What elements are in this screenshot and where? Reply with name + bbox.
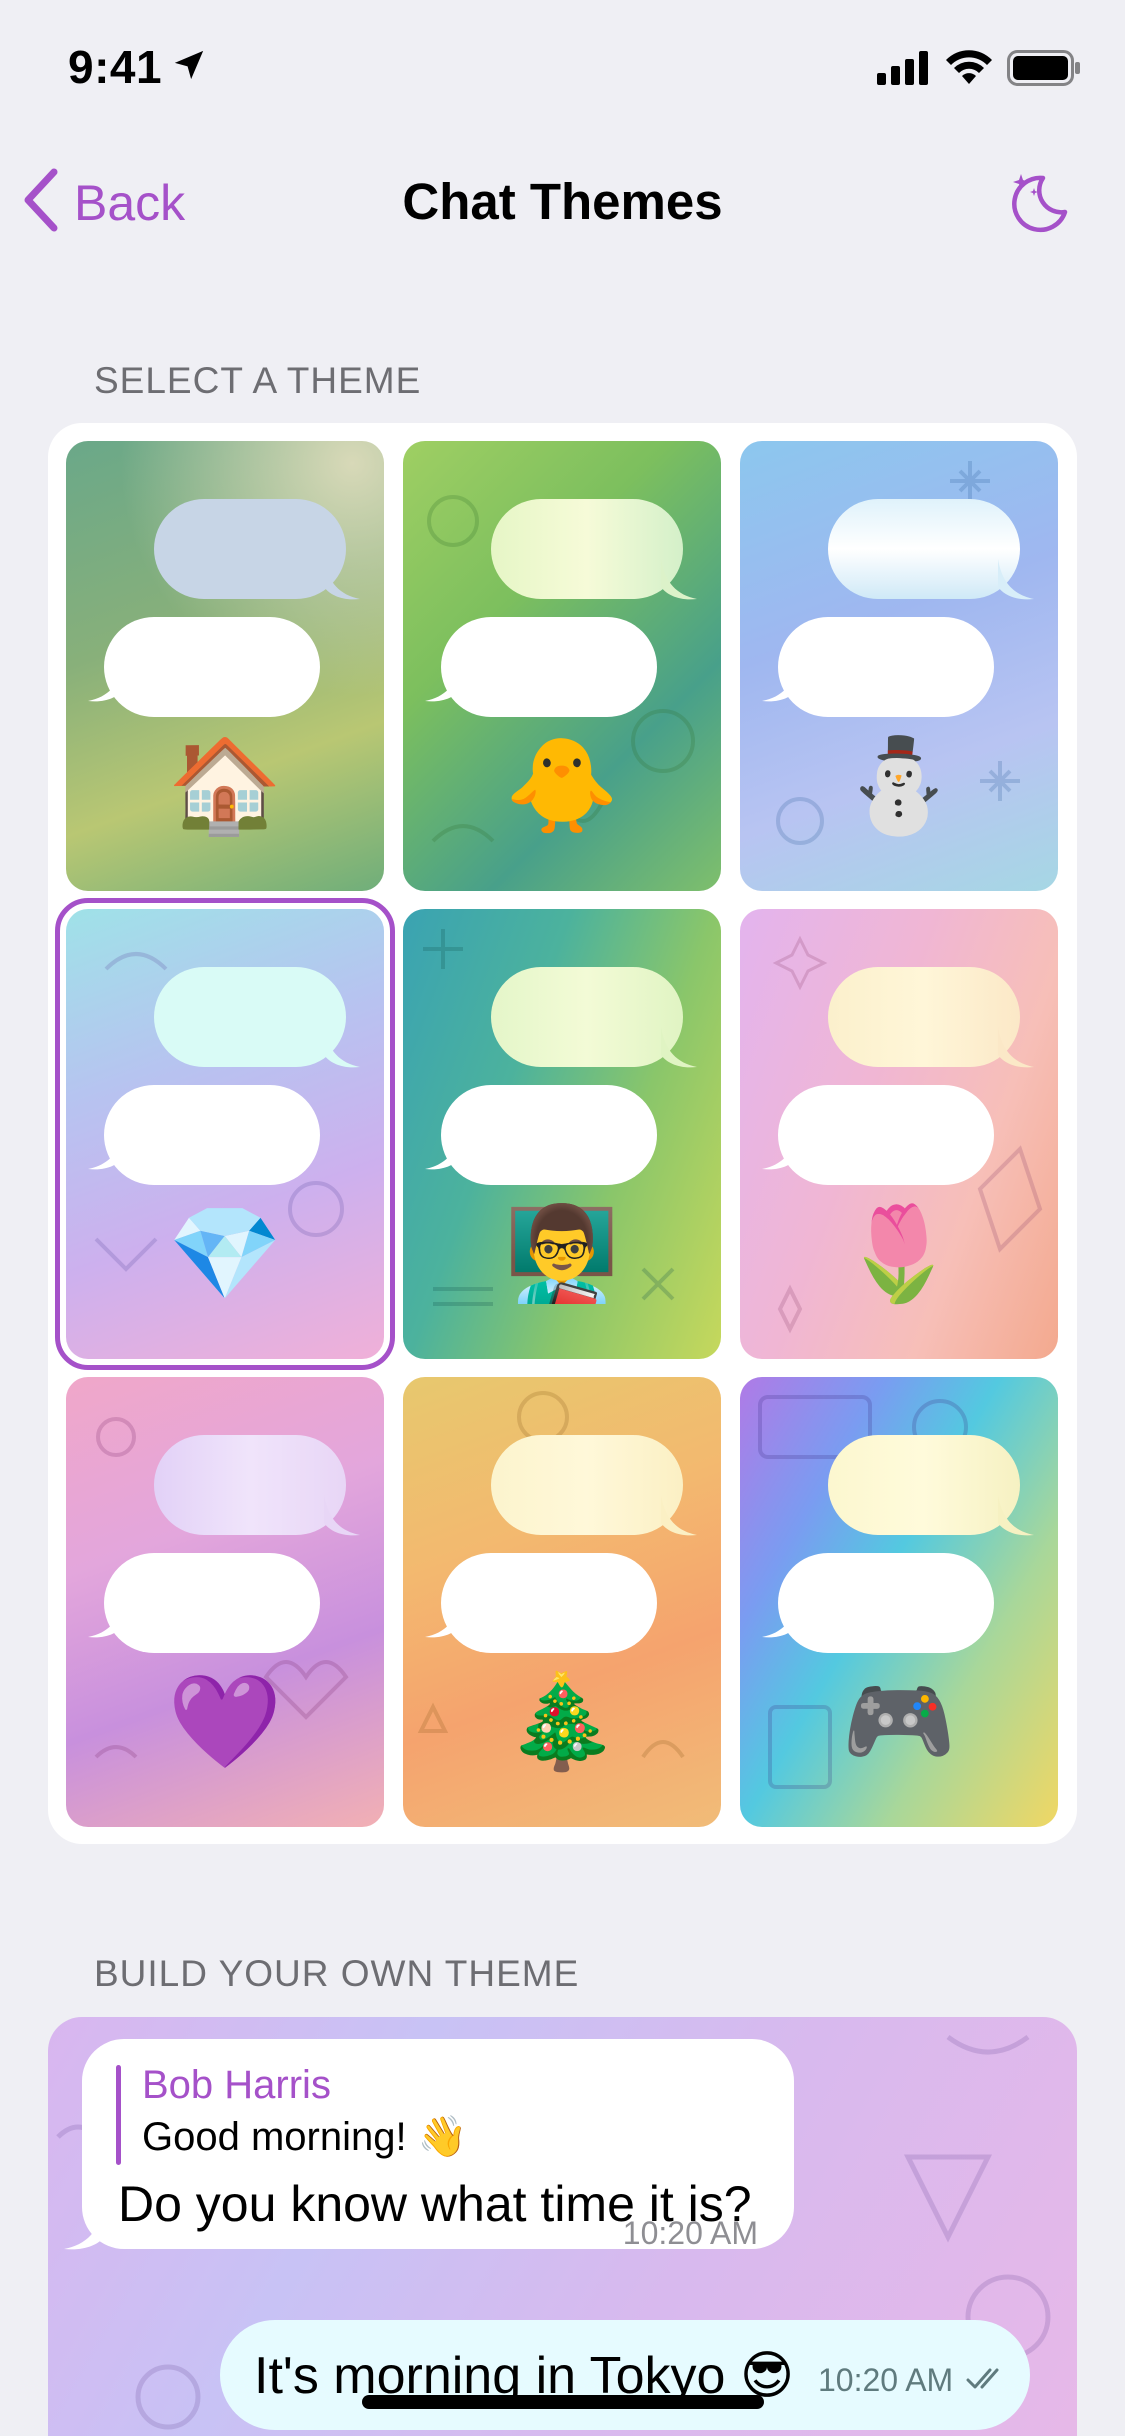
incoming-message[interactable]: Bob Harris Good morning! 👋 Do you know w… [82,2039,794,2251]
incoming-bubble [828,499,1020,599]
outgoing-bubble [778,1085,994,1185]
theme-emoji: 🎄 [504,1671,620,1773]
navigation-bar: Back Chat Themes [0,150,1125,250]
incoming-bubble [491,1435,683,1535]
theme-snowman[interactable]: ⛄ [740,441,1058,891]
theme-emoji: 🎮 [841,1671,957,1773]
incoming-bubble [828,967,1020,1067]
theme-gem[interactable]: 💎 [55,898,395,1370]
theme-teacher[interactable]: 👨‍🏫 [403,909,721,1359]
theme-emoji: ⛄ [841,735,957,837]
theme-emoji: 🐥 [504,735,620,837]
double-check-icon [966,2366,1010,2397]
theme-house[interactable]: 🏠 [66,441,384,891]
night-mode-button[interactable] [1007,170,1071,239]
message-time: 10:20 AM [818,2362,954,2398]
message-time: 10:20 AM [622,2215,758,2251]
cellular-signal-icon [877,51,931,90]
theme-heart[interactable]: 💜 [66,1377,384,1827]
theme-grid: 🏠 🐥 ⛄ [48,423,1077,1844]
outgoing-bubble [778,1553,994,1653]
incoming-bubble [154,967,346,1067]
theme-emoji: 💜 [167,1671,283,1773]
build-theme-header: BUILD YOUR OWN THEME [94,1953,580,1994]
outgoing-bubble [441,617,657,717]
theme-chick[interactable]: 🐥 [403,441,721,891]
select-theme-header: SELECT A THEME [94,360,422,401]
theme-emoji: 🏠 [167,735,283,837]
reply-sender-name: Bob Harris [142,2063,331,2107]
outgoing-bubble [104,617,320,717]
incoming-bubble [491,967,683,1067]
home-indicator[interactable] [362,2395,764,2409]
wifi-icon [945,50,993,91]
outgoing-bubble [104,1085,320,1185]
theme-emoji: 💎 [167,1203,283,1305]
outgoing-message[interactable]: It's morning in Tokyo 😎 10:20 AM [220,2320,1030,2430]
status-bar: 9:41 [0,0,1125,140]
reply-text: Good morning! 👋 [142,2115,468,2159]
incoming-bubble [154,1435,346,1535]
theme-tulip[interactable]: 🌷 [740,909,1058,1359]
battery-icon [1007,50,1081,91]
outgoing-bubble [104,1553,320,1653]
reply-indicator [116,2065,121,2165]
moon-stars-icon [1007,174,1071,238]
incoming-bubble [154,499,346,599]
incoming-bubble [491,499,683,599]
incoming-bubble [828,1435,1020,1535]
theme-emoji: 👨‍🏫 [504,1203,620,1305]
outgoing-bubble [441,1085,657,1185]
page-title: Chat Themes [402,173,723,230]
theme-christmas-tree[interactable]: 🎄 [403,1377,721,1827]
status-time: 9:41 [68,41,163,93]
theme-emoji: 🌷 [841,1203,957,1305]
outgoing-bubble [441,1553,657,1653]
location-arrow-icon [172,48,206,87]
outgoing-bubble [778,617,994,717]
theme-preview[interactable]: Bob Harris Good morning! 👋 Do you know w… [48,2017,1077,2436]
theme-game-controller[interactable]: 🎮 [740,1377,1058,1827]
incoming-bubble-tail [64,2205,104,2250]
